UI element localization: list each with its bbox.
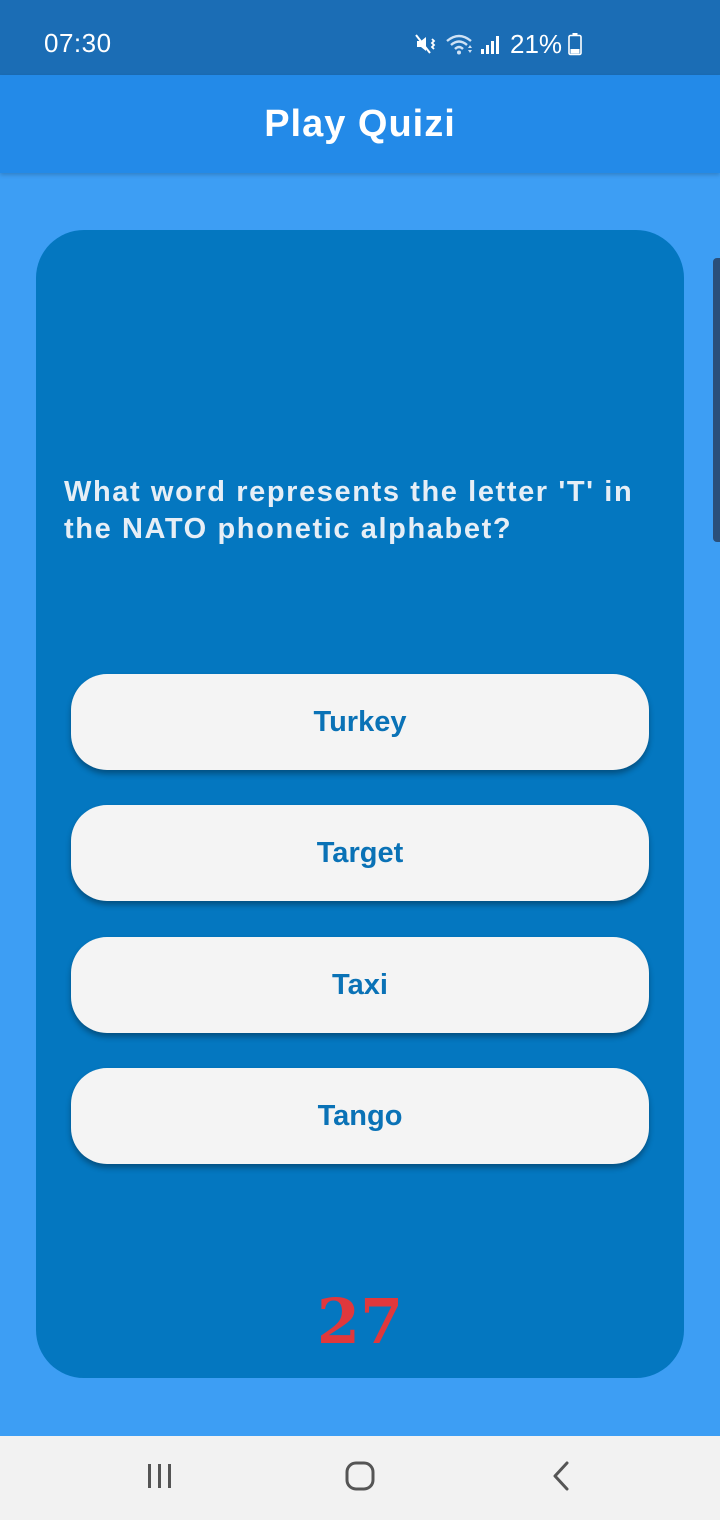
app-bar: Play Quizi xyxy=(0,75,720,173)
countdown-timer: 27 xyxy=(316,1285,404,1358)
quiz-card: What word represents the letter 'T' in t… xyxy=(36,230,684,1378)
answer-button-turkey[interactable]: Turkey xyxy=(71,674,649,770)
status-icons: 21% xyxy=(414,28,582,60)
back-icon xyxy=(550,1460,574,1497)
battery-percent: 21% xyxy=(510,28,563,59)
status-time: 07:30 xyxy=(44,28,112,58)
recent-apps-button[interactable] xyxy=(136,1454,184,1502)
wifi-icon xyxy=(444,32,474,56)
answer-button-taxi[interactable]: Taxi xyxy=(71,937,649,1033)
status-bar: 07:30 21% xyxy=(0,0,720,75)
home-button[interactable] xyxy=(336,1454,384,1502)
system-nav-bar xyxy=(0,1436,720,1520)
scroll-indicator xyxy=(713,258,720,542)
answer-button-tango[interactable]: Tango xyxy=(71,1068,649,1164)
question-text: What word represents the letter 'T' in t… xyxy=(64,476,634,545)
answer-button-target[interactable]: Target xyxy=(71,805,649,901)
home-icon xyxy=(344,1460,376,1497)
recent-apps-icon xyxy=(145,1462,175,1495)
mute-vibrate-icon xyxy=(414,32,438,56)
battery-icon xyxy=(568,32,582,56)
signal-icon xyxy=(480,32,502,56)
back-button[interactable] xyxy=(538,1454,586,1502)
app-title: Play Quizi xyxy=(264,102,456,145)
